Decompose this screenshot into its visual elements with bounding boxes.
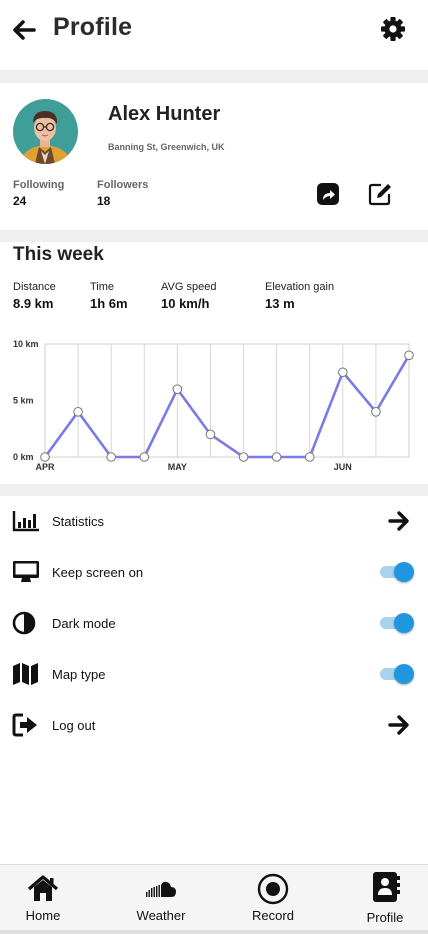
menu-item-dark-mode[interactable]: Dark mode (0, 603, 428, 643)
cloud-icon (146, 881, 176, 897)
monitor-icon (13, 561, 39, 582)
divider (0, 484, 428, 496)
nav-label: Record (252, 908, 294, 923)
contrast-icon (12, 611, 36, 635)
page-title: Profile (53, 13, 133, 41)
menu-label: Keep screen on (52, 565, 144, 580)
avatar[interactable] (13, 99, 78, 164)
data-point (404, 350, 414, 361)
followers-label: Followers (97, 179, 149, 191)
y-tick-label: 0 km (13, 452, 34, 462)
data-point (371, 407, 381, 417)
x-tick-label: MAY (168, 462, 187, 472)
y-tick-label: 5 km (13, 396, 34, 406)
arrow-right-icon (388, 511, 409, 531)
nav-label: Home (25, 908, 61, 923)
metric-label-elevation: Elevation gain (265, 281, 335, 293)
weekly-distance-chart: 10 km 5 km 0 kmAPR MAY JUN (13, 339, 414, 472)
x-tick-label: APR (35, 462, 55, 472)
data-point (73, 407, 83, 417)
menu-label: Statistics (52, 514, 105, 529)
following-label: Following (13, 179, 65, 191)
data-point (205, 429, 216, 440)
menu-label: Dark mode (52, 616, 116, 631)
share-icon[interactable] (315, 181, 341, 207)
user-location: Banning St, Greenwich, UK (108, 142, 225, 152)
x-tick-label: JUN (334, 462, 352, 472)
bottom-nav: Home Weather Record Profile (0, 864, 428, 934)
nav-label: Profile (366, 910, 404, 925)
divider (0, 70, 428, 83)
nav-item-profile[interactable]: Profile (342, 865, 428, 931)
data-point (40, 452, 50, 462)
arrow-left-icon[interactable] (10, 16, 38, 44)
gear-icon[interactable] (380, 16, 406, 42)
user-name: Alex Hunter (108, 103, 221, 125)
metric-label-time: Time (90, 281, 115, 293)
menu-label: Log out (52, 718, 96, 733)
followers-count[interactable]: 18 (97, 194, 110, 208)
nav-item-record[interactable]: Record (230, 865, 316, 931)
logout-icon (12, 713, 37, 737)
metric-label-distance: Distance (13, 281, 56, 293)
metric-value-time: 1h 6m (90, 296, 128, 311)
data-point (338, 367, 348, 378)
system-nav-bar (0, 930, 428, 934)
section-title: This week (13, 244, 104, 265)
metric-value-distance: 8.9 km (13, 296, 54, 311)
data-point (304, 452, 315, 462)
data-point (139, 452, 150, 462)
nav-label: Weather (136, 908, 186, 923)
menu-item-statistics[interactable]: Statistics (0, 501, 428, 541)
following-count[interactable]: 24 (13, 194, 26, 208)
nav-item-weather[interactable]: Weather (118, 865, 204, 931)
divider (0, 230, 428, 242)
data-point (238, 452, 249, 462)
bar-chart-icon (12, 511, 39, 532)
menu-item-map-type[interactable]: Map type (0, 654, 428, 694)
keep-screen-on-toggle[interactable] (378, 561, 416, 583)
map-icon (13, 663, 38, 685)
metric-value-elevation: 13 m (265, 296, 295, 311)
contact-book-icon (373, 872, 400, 902)
edit-icon[interactable] (367, 181, 393, 207)
data-point (271, 452, 282, 462)
metric-value-avg-speed: 10 km/h (161, 296, 210, 311)
arrow-right-icon (388, 715, 409, 735)
menu-item-log-out[interactable]: Log out (0, 705, 428, 745)
metric-label-avg-speed: AVG speed (161, 281, 217, 293)
nav-item-home[interactable]: Home (0, 865, 86, 931)
data-point (172, 384, 183, 395)
map-type-toggle[interactable] (378, 663, 416, 685)
home-icon (27, 875, 59, 901)
app-header: Profile (0, 0, 428, 70)
data-point (106, 452, 116, 462)
menu-label: Map type (52, 667, 106, 682)
series-line (43, 354, 411, 459)
menu-item-keep-screen-on[interactable]: Keep screen on (0, 552, 428, 592)
record-icon (257, 873, 289, 905)
y-tick-label: 10 km (13, 339, 39, 349)
dark-mode-toggle[interactable] (378, 612, 416, 634)
